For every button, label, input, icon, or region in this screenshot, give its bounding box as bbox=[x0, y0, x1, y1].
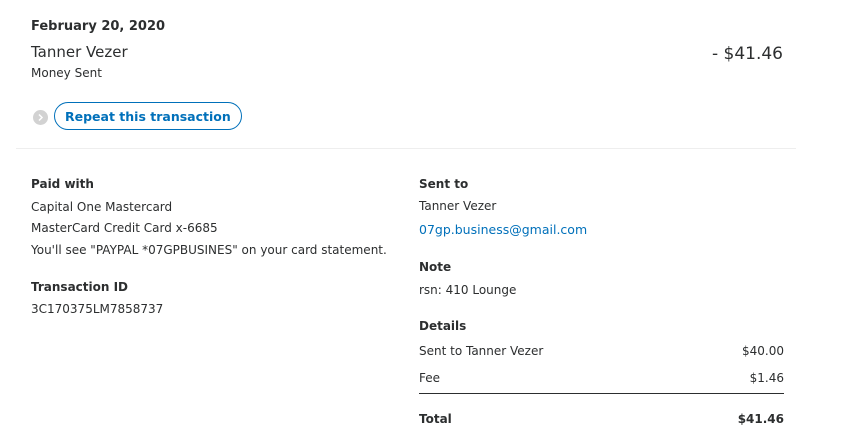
detail-row-label: Sent to Tanner Vezer bbox=[419, 344, 544, 358]
note-heading: Note bbox=[419, 260, 452, 274]
card-number: MasterCard Credit Card x-6685 bbox=[31, 221, 218, 235]
note-text: rsn: 410 Lounge bbox=[419, 283, 517, 297]
transaction-amount: - $41.46 bbox=[711, 44, 783, 64]
details-heading: Details bbox=[419, 319, 467, 333]
total-label: Total bbox=[419, 412, 452, 426]
transaction-date: February 20, 2020 bbox=[31, 19, 166, 34]
transaction-id-heading: Transaction ID bbox=[31, 280, 129, 294]
total-divider bbox=[419, 393, 784, 394]
transaction-type: Money Sent bbox=[31, 66, 102, 80]
statement-note: You'll see "PAYPAL *07GPBUSINES" on your… bbox=[31, 243, 387, 257]
sent-to-email-link[interactable]: 07gp.business@gmail.com bbox=[419, 222, 587, 237]
detail-row-value: $1.46 bbox=[749, 371, 784, 385]
recipient-name: Tanner Vezer bbox=[31, 43, 128, 61]
paid-with-heading: Paid with bbox=[31, 177, 94, 191]
detail-row-label: Fee bbox=[419, 371, 441, 385]
card-name: Capital One Mastercard bbox=[31, 200, 173, 214]
repeat-transaction-button[interactable]: Repeat this transaction bbox=[54, 102, 242, 130]
repeat-icon bbox=[33, 110, 48, 125]
section-divider bbox=[16, 148, 796, 149]
sent-to-name: Tanner Vezer bbox=[419, 199, 497, 213]
detail-row-value: $40.00 bbox=[742, 344, 784, 358]
transaction-id-value: 3C170375LM7858737 bbox=[31, 302, 164, 316]
sent-to-heading: Sent to bbox=[419, 177, 469, 191]
total-value: $41.46 bbox=[737, 412, 784, 426]
